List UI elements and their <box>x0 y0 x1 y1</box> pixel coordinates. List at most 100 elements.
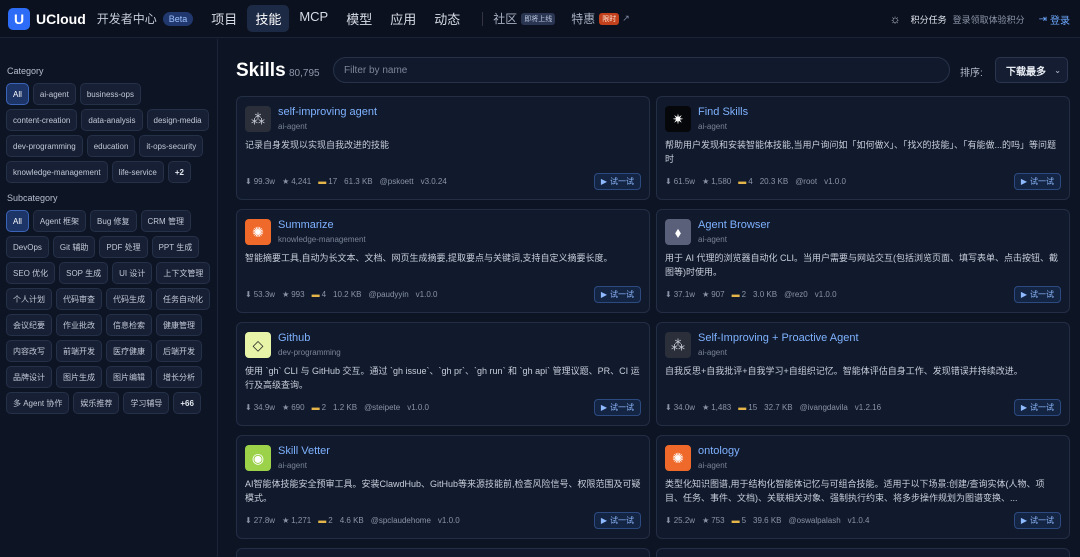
play-icon: ▶ <box>1020 403 1027 412</box>
skill-title[interactable]: Summarize <box>278 219 334 231</box>
brand-name[interactable]: UCloud <box>36 11 86 27</box>
sort-value: 下载最多 <box>1006 66 1046 78</box>
skill-card[interactable]: ◉ Skill Vetter ai-agent AI智能体技能安全预审工具。安装… <box>236 435 650 539</box>
nav-item-news[interactable]: 动态 <box>426 5 468 32</box>
skill-title[interactable]: Github <box>278 332 310 344</box>
category-chip[interactable]: knowledge-management <box>6 161 108 183</box>
category-chip[interactable]: business-ops <box>79 83 141 105</box>
subcategory-chip[interactable]: 代码审查 <box>56 288 102 310</box>
subcategory-chip[interactable]: 作业批改 <box>56 314 102 336</box>
author-link[interactable]: @oswalpalash <box>789 516 841 525</box>
skill-title[interactable]: Agent Browser <box>698 219 770 231</box>
try-button[interactable]: ▶ 试一试 <box>1013 399 1061 416</box>
subcategory-chip[interactable]: 娱乐推荐 <box>73 392 120 414</box>
points-tasks-link[interactable]: 积分任务 <box>911 13 947 26</box>
try-button[interactable]: ▶ 试一试 <box>593 512 641 529</box>
skill-card[interactable]: ✺ ontology ai-agent 类型化知识图谱,用于结构化智能体记忆与可… <box>656 435 1070 539</box>
subcategory-chip[interactable]: 任务自动化 <box>156 288 210 310</box>
subcategory-chip[interactable]: 学习辅导 <box>123 392 170 414</box>
skill-card[interactable]: ◇ Github dev-programming 使用 `gh` CLI 与 G… <box>236 322 650 426</box>
category-chip[interactable]: All <box>6 83 29 105</box>
subcategory-chip[interactable]: 个人计划 <box>6 288 52 310</box>
subcategory-chip[interactable]: 健康管理 <box>156 314 202 336</box>
category-chip[interactable]: design-media <box>146 109 209 131</box>
skill-title[interactable]: ontology <box>698 445 740 457</box>
subcategory-chip[interactable]: 图片编辑 <box>106 366 152 388</box>
skill-card[interactable]: ☁ Weather <box>236 548 650 557</box>
try-button[interactable]: ▶ 试一试 <box>593 173 641 190</box>
subcategory-chip[interactable]: 多 Agent 协作 <box>6 392 70 414</box>
category-chip[interactable]: dev-programming <box>6 135 83 157</box>
author-link[interactable]: @ivangdavila <box>800 403 848 412</box>
subcategory-chip[interactable]: CRM 管理 <box>140 210 191 232</box>
skill-card[interactable]: ⬧ Agent Browser ai-agent 用于 AI 代理的浏览器自动化… <box>656 209 1070 313</box>
author-link[interactable]: @paudyyin <box>369 290 409 299</box>
author-link[interactable]: @rez0 <box>784 290 808 299</box>
subcategory-chip[interactable]: 后端开发 <box>156 340 202 362</box>
stars-count: 907 <box>711 290 725 299</box>
nav-item-projects[interactable]: 项目 <box>203 5 245 32</box>
subcategory-chip[interactable]: DevOps <box>6 236 49 258</box>
star-icon: ★ <box>702 516 710 525</box>
category-chip[interactable]: it-ops-security <box>139 135 204 157</box>
skill-title[interactable]: self-improving agent <box>278 106 377 118</box>
nav-item-apps[interactable]: 应用 <box>382 5 424 32</box>
subcategory-chip[interactable]: 上下文管理 <box>156 262 211 284</box>
category-chip[interactable]: education <box>86 135 136 157</box>
version-label: v1.0.0 <box>824 177 846 186</box>
subcategory-chip[interactable]: 会议纪要 <box>6 314 52 336</box>
skill-title[interactable]: Skill Vetter <box>278 445 330 457</box>
nav-item-special[interactable]: 特惠 限时 ↗ <box>571 10 630 27</box>
try-button[interactable]: ▶ 试一试 <box>1013 173 1061 190</box>
subcategory-chip[interactable]: UI 设计 <box>112 262 153 284</box>
subcategory-chip[interactable]: 前端开发 <box>56 340 102 362</box>
downloads-stat: ⬇ 99.3w <box>245 177 275 186</box>
sun-icon[interactable]: ☼ <box>890 12 901 26</box>
ucloud-logo-icon[interactable]: U <box>8 7 30 30</box>
sort-select[interactable]: 下载最多 ⌄ <box>995 57 1068 83</box>
skill-title[interactable]: Find Skills <box>698 106 748 118</box>
skill-card[interactable]: ✷ Find Skills ai-agent 帮助用户发现和安装智能体技能,当用… <box>656 96 1070 200</box>
files-stat: ▬ 15 <box>738 403 757 412</box>
author-link[interactable]: @root <box>795 177 817 186</box>
subcategory-chip[interactable]: PDF 处理 <box>99 236 148 258</box>
subcategory-chip[interactable]: Git 辅助 <box>52 236 96 258</box>
skill-card[interactable]: ✺ Summarize knowledge-management 智能摘要工具,… <box>236 209 650 313</box>
nav-item-models[interactable]: 模型 <box>338 5 380 32</box>
try-button[interactable]: ▶ 试一试 <box>1013 512 1061 529</box>
category-chip[interactable]: content-creation <box>6 109 78 131</box>
try-button[interactable]: ▶ 试一试 <box>593 286 641 303</box>
skill-title[interactable]: Self-Improving + Proactive Agent <box>698 332 859 344</box>
subcategory-chip[interactable]: 代码生成 <box>106 288 152 310</box>
skill-card[interactable]: ⁂ Self-Improving + Proactive Agent ai-ag… <box>656 322 1070 426</box>
skill-card[interactable]: ▢ Proactive Agent <box>656 548 1070 557</box>
nav-item-mcp[interactable]: MCP <box>291 5 336 32</box>
subcategory-chip[interactable]: Agent 框架 <box>32 210 87 232</box>
try-button[interactable]: ▶ 试一试 <box>1013 286 1061 303</box>
subcategory-chip[interactable]: 信息检索 <box>106 314 152 336</box>
subcategory-chip[interactable]: SEO 优化 <box>6 262 56 284</box>
subcategory-chip[interactable]: +66 <box>173 392 201 414</box>
try-button[interactable]: ▶ 试一试 <box>593 399 641 416</box>
category-chip[interactable]: +2 <box>167 161 191 183</box>
category-chip[interactable]: data-analysis <box>81 109 143 131</box>
nav-item-community[interactable]: 社区 即将上线 <box>493 10 556 27</box>
filter-input[interactable] <box>333 57 950 83</box>
category-chip[interactable]: ai-agent <box>32 83 76 105</box>
subcategory-chip[interactable]: 增长分析 <box>156 366 202 388</box>
subcategory-chip[interactable]: 图片生成 <box>56 366 102 388</box>
category-chip[interactable]: life-service <box>111 161 164 183</box>
subcategory-chip[interactable]: Bug 修复 <box>90 210 137 232</box>
subcategory-chip[interactable]: All <box>6 210 29 232</box>
author-link[interactable]: @steipete <box>364 403 400 412</box>
author-link[interactable]: @spclaudehome <box>371 516 431 525</box>
subcategory-chip[interactable]: SOP 生成 <box>59 262 109 284</box>
subcategory-chip[interactable]: PPT 生成 <box>151 236 200 258</box>
skill-card[interactable]: ⁂ self-improving agent ai-agent 记录自身发现以实… <box>236 96 650 200</box>
subcategory-chip[interactable]: 品牌设计 <box>6 366 52 388</box>
subcategory-chip[interactable]: 内容改写 <box>6 340 52 362</box>
subcategory-chip[interactable]: 医疗健康 <box>106 340 152 362</box>
login-button[interactable]: ⇥ 登录 <box>1039 12 1070 27</box>
author-link[interactable]: @pskoett <box>380 177 414 186</box>
nav-item-skills[interactable]: 技能 <box>247 5 290 32</box>
